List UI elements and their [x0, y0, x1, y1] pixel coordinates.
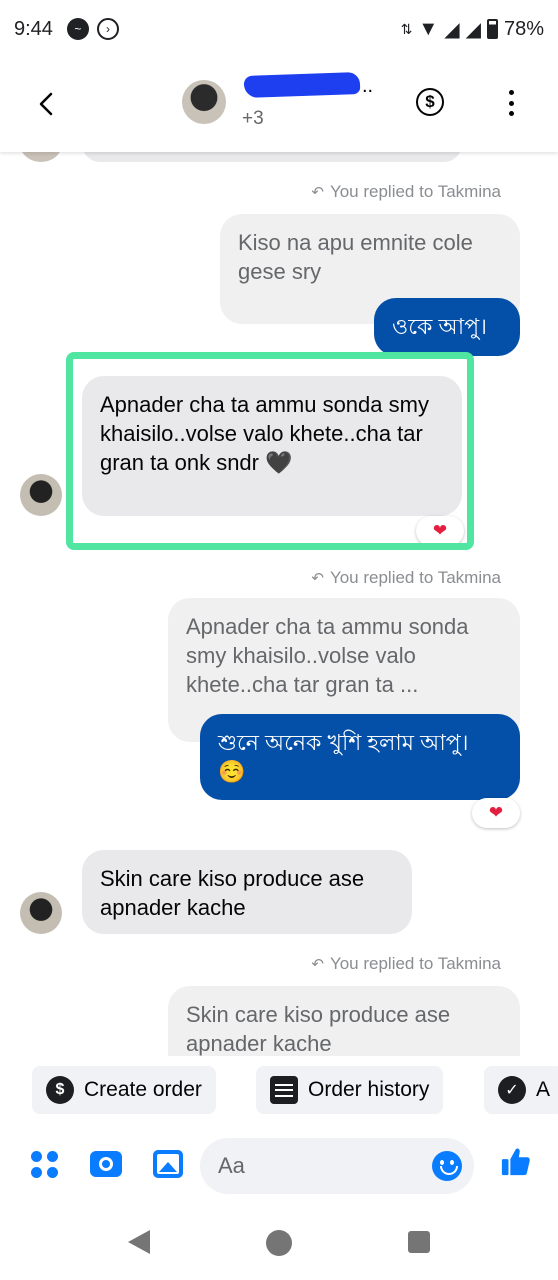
name-dots: .. — [362, 75, 374, 97]
heart-reaction[interactable]: ❤ — [472, 798, 520, 828]
status-right: ⇅ ▼ ◢ ◢ 78% — [401, 17, 544, 42]
check-circle-icon: ✓ — [498, 1076, 526, 1104]
reply-arrow-icon: ↶ — [311, 184, 324, 201]
message-input[interactable] — [218, 1138, 418, 1194]
sender-avatar[interactable] — [20, 474, 62, 516]
outgoing-message[interactable]: শুনে অনেক খুশি হলাম আপু। ☺️ — [200, 714, 520, 800]
more-options-button[interactable] — [498, 88, 524, 118]
wifi-icon: ▼ — [418, 17, 439, 40]
camera-icon — [90, 1151, 122, 1177]
heart-reaction[interactable]: ❤ — [416, 516, 464, 546]
quoted-message[interactable]: Skin care kiso produce ase apnader kache — [168, 986, 520, 1056]
like-button[interactable] — [500, 1146, 532, 1178]
nav-back-icon[interactable] — [128, 1230, 150, 1254]
apps-button[interactable] — [28, 1148, 60, 1180]
back-button[interactable] — [28, 86, 64, 122]
third-action-button[interactable]: ✓ A — [484, 1066, 558, 1114]
heart-icon: ❤ — [432, 521, 448, 540]
reply-label: ↶ You replied to Takmina — [311, 954, 501, 974]
incoming-message[interactable]: Skin care kiso produce ase apnader kache — [82, 850, 412, 934]
reply-label: ↶ You replied to Takmina — [311, 568, 501, 588]
reply-label-text: You replied to Takmina — [329, 954, 501, 973]
data-saver-icon: › — [96, 18, 119, 40]
nav-home-icon[interactable] — [266, 1230, 292, 1256]
order-history-label: Order history — [308, 1078, 430, 1101]
group-avatar[interactable] — [182, 80, 226, 124]
payment-button[interactable]: $ — [416, 88, 444, 116]
order-history-button[interactable]: Order history — [256, 1066, 444, 1114]
emoji-icon[interactable] — [432, 1151, 462, 1181]
dollar-icon: $ — [425, 92, 435, 111]
apps-icon — [30, 1150, 58, 1178]
menu-dot — [508, 111, 514, 116]
battery-percent: 78% — [503, 17, 544, 40]
list-icon — [270, 1076, 298, 1104]
quick-actions-bar[interactable]: $ Create order Order history ✓ A — [0, 1062, 558, 1118]
create-order-label: Create order — [84, 1078, 202, 1101]
participants-count: +3 — [242, 108, 264, 129]
chevron-left-icon — [39, 92, 53, 116]
message-list[interactable]: ↶ You replied to Takmina Kiso na apu emn… — [0, 152, 558, 1056]
sender-avatar[interactable] — [20, 892, 62, 934]
heart-icon: ❤ — [488, 803, 504, 822]
reply-arrow-icon: ↶ — [311, 570, 324, 587]
messenger-icon: ~ — [66, 18, 89, 40]
signal-icon-2: ◢ — [465, 18, 481, 41]
battery-icon — [486, 19, 498, 39]
message-composer — [0, 1130, 558, 1202]
conversation-header: .. +3 $ — [0, 58, 558, 152]
status-time: 9:44 — [14, 17, 53, 40]
reply-label-text: You replied to Takmina — [329, 182, 501, 201]
gallery-button[interactable] — [152, 1148, 184, 1180]
vibrate-icon: ⇅ — [400, 20, 413, 37]
reply-arrow-icon: ↶ — [311, 956, 324, 973]
outgoing-message[interactable]: ওকে আপু। — [374, 298, 520, 356]
camera-button[interactable] — [90, 1148, 122, 1180]
menu-dot — [508, 90, 514, 95]
system-nav-bar — [0, 1208, 558, 1280]
reply-label-text: You replied to Takmina — [329, 568, 501, 587]
signal-icon: ◢ — [444, 18, 460, 41]
message-input-wrapper[interactable] — [200, 1138, 474, 1194]
third-action-label: A — [536, 1078, 551, 1101]
incoming-message-partial[interactable] — [82, 152, 462, 162]
conversation-name[interactable]: .. — [243, 71, 373, 99]
create-order-button[interactable]: $ Create order — [32, 1066, 216, 1114]
gallery-icon — [153, 1150, 183, 1178]
nav-recents-icon[interactable] — [408, 1231, 430, 1253]
redacted-name-mark — [243, 71, 361, 99]
status-bar: 9:44 ~ › ⇅ ▼ ◢ ◢ 78% — [0, 0, 558, 58]
incoming-message[interactable]: Apnader cha ta ammu sonda smy khaisilo..… — [82, 376, 462, 516]
dollar-circle-icon: $ — [46, 1076, 74, 1104]
thumbs-up-icon — [501, 1148, 530, 1176]
sender-avatar — [20, 152, 62, 162]
menu-dot — [508, 100, 514, 106]
reply-label: ↶ You replied to Takmina — [311, 182, 501, 202]
